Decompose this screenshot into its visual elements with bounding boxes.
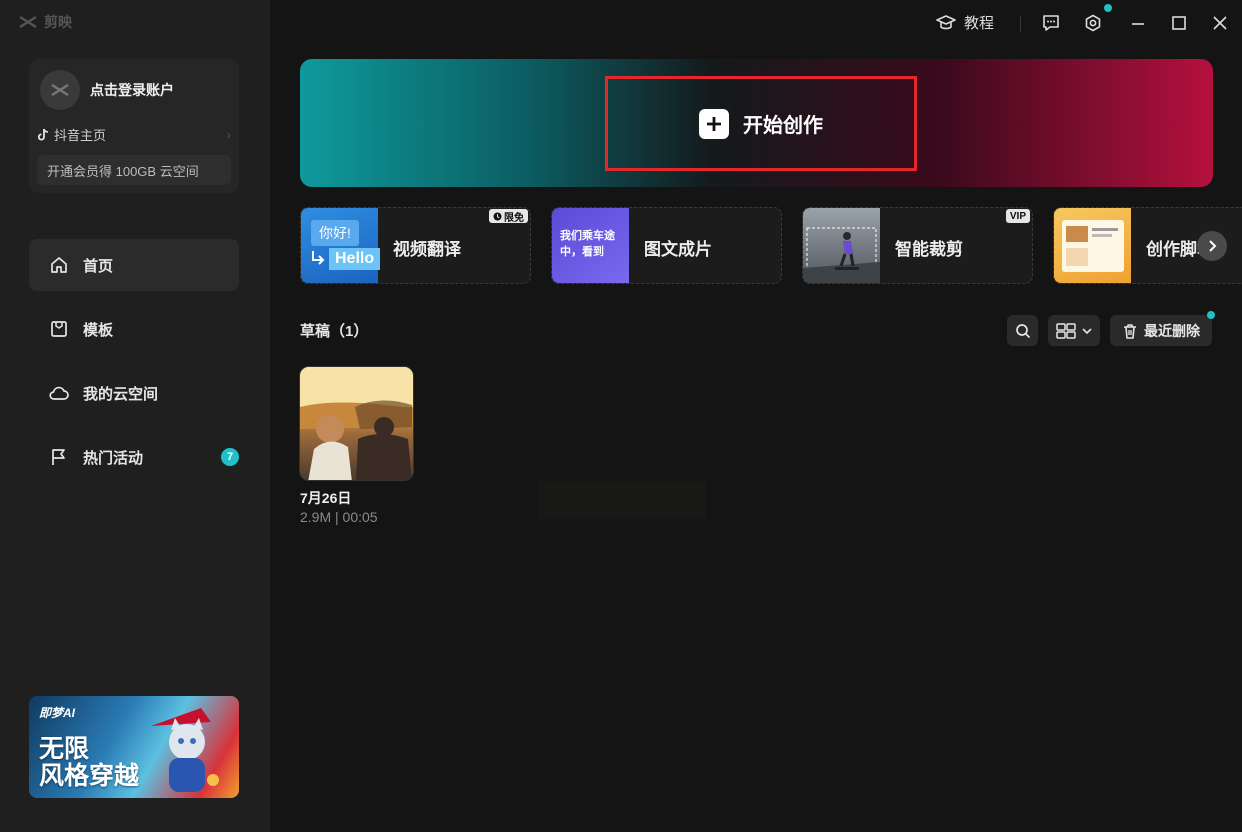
tiktok-icon <box>37 128 49 141</box>
cat-illustration-icon <box>151 708 219 792</box>
script-line <box>1092 234 1112 237</box>
view-mode-dropdown[interactable] <box>1048 315 1100 346</box>
sidebar-item-label: 模板 <box>83 321 114 339</box>
minimize-button[interactable] <box>1130 14 1146 32</box>
script-image-block <box>1066 226 1088 242</box>
minimize-icon <box>1132 23 1144 25</box>
sidebar-item-label: 首页 <box>83 257 114 275</box>
sidebar: 剪映 点击登录账户 抖音主页 › 开通会员得 100GB 云空间 首页 模板 我… <box>0 0 270 832</box>
thumb-text-hello-en: Hello <box>329 248 381 270</box>
empty-placeholder <box>538 481 706 519</box>
dreamina-ad-banner[interactable]: 即梦AI 无限 风格穿越 <box>29 696 239 798</box>
arrow-icon <box>312 251 325 265</box>
maximize-icon <box>1172 16 1186 30</box>
car-ride-photo-icon <box>300 367 413 480</box>
douyin-homepage-link[interactable]: 抖音主页 › <box>37 125 231 144</box>
recently-deleted-label: 最近删除 <box>1144 322 1200 339</box>
close-button[interactable] <box>1212 14 1228 32</box>
ad-brand: 即梦AI <box>39 706 76 720</box>
sidebar-item-hot-events[interactable]: 热门活动 7 <box>29 431 239 483</box>
capcut-logo-icon <box>19 15 37 29</box>
chevron-right-icon: › <box>226 127 231 142</box>
draft-date: 7月26日 <box>300 490 352 506</box>
scroll-right-button[interactable] <box>1197 231 1227 261</box>
account-card: 点击登录账户 抖音主页 › 开通会员得 100GB 云空间 <box>29 59 239 193</box>
message-icon <box>1043 15 1059 31</box>
feature-card-text-to-video[interactable]: 我们乘车途中，看到 图文成片 <box>551 207 782 284</box>
hero-banner: 开始创作 <box>300 59 1213 187</box>
douyin-label: 抖音主页 <box>54 128 107 143</box>
template-icon <box>49 319 69 339</box>
vip-promo-button[interactable]: 开通会员得 100GB 云空间 <box>37 155 231 185</box>
text-to-video-thumbnail: 我们乘车途中，看到 <box>552 208 629 283</box>
skater-illustration-icon <box>803 227 880 283</box>
settings-notification-dot <box>1104 4 1112 12</box>
sidebar-item-home[interactable]: 首页 <box>29 239 239 291</box>
thumb-text-hello-cn: 你好! <box>311 220 359 246</box>
feature-card-smart-crop[interactable]: 智能裁剪 VIP <box>802 207 1033 284</box>
notification-badge: 7 <box>221 448 239 466</box>
app-name: 剪映 <box>44 14 72 30</box>
capcut-avatar-icon <box>51 83 69 97</box>
card-label: 智能裁剪 <box>895 240 963 259</box>
start-creating-label: 开始创作 <box>743 115 823 137</box>
script-image-block <box>1066 248 1088 266</box>
free-tag: 限免 <box>489 209 528 224</box>
draft-thumbnail[interactable] <box>299 366 414 481</box>
card-label: 图文成片 <box>644 240 712 259</box>
title-bar: 教程 <box>270 0 1242 48</box>
home-icon <box>49 255 69 275</box>
settings-button[interactable] <box>1084 14 1102 32</box>
free-tag-label: 限免 <box>504 212 524 224</box>
chevron-down-icon <box>1082 327 1092 334</box>
feedback-button[interactable] <box>1042 14 1060 32</box>
thumb-text: 我们乘车途中，看到 <box>560 230 615 258</box>
recently-deleted-notification-dot <box>1207 311 1215 319</box>
login-account-link[interactable]: 点击登录账户 <box>90 80 174 100</box>
cloud-icon <box>49 383 69 403</box>
draft-meta: 2.9M | 00:05 <box>300 509 378 525</box>
grid-view-icon <box>1056 322 1076 339</box>
divider <box>1020 16 1021 32</box>
sidebar-item-label: 我的云空间 <box>83 385 159 403</box>
close-icon <box>1213 16 1227 30</box>
script-page-graphic <box>1062 220 1124 272</box>
graduation-cap-icon <box>936 14 956 29</box>
search-drafts-button[interactable] <box>1007 315 1038 346</box>
ad-title: 无限 风格穿越 <box>39 736 139 790</box>
smart-crop-thumbnail <box>803 208 880 283</box>
tutorial-label: 教程 <box>964 15 995 32</box>
script-line <box>1092 228 1118 231</box>
clock-icon <box>493 212 502 220</box>
vip-tag: VIP <box>1005 209 1030 223</box>
app-logo: 剪映 <box>18 12 72 32</box>
chevron-right-icon <box>1209 240 1217 252</box>
ad-title-line1: 无限 <box>39 735 90 763</box>
recently-deleted-button[interactable]: 最近删除 <box>1110 315 1212 346</box>
start-creating-button[interactable]: 开始创作 <box>605 76 917 171</box>
video-translate-thumbnail: 你好! Hello <box>301 208 381 283</box>
avatar[interactable] <box>40 70 80 110</box>
sidebar-item-cloud-space[interactable]: 我的云空间 <box>29 367 239 419</box>
tutorial-button[interactable]: 教程 <box>936 12 994 33</box>
card-label: 视频翻译 <box>393 240 461 259</box>
ad-title-line2: 风格穿越 <box>39 762 140 790</box>
sidebar-item-templates[interactable]: 模板 <box>29 303 239 355</box>
sidebar-item-label: 热门活动 <box>83 449 144 467</box>
maximize-button[interactable] <box>1171 14 1187 32</box>
plus-icon <box>699 108 729 139</box>
feature-card-video-translate[interactable]: 你好! Hello 视频翻译 限免 <box>300 207 531 284</box>
search-icon <box>1015 323 1030 338</box>
gear-icon <box>1085 14 1101 32</box>
flag-icon <box>49 447 69 467</box>
drafts-title: 草稿（1） <box>300 323 369 340</box>
trash-icon <box>1124 323 1136 339</box>
script-thumbnail <box>1054 208 1131 283</box>
